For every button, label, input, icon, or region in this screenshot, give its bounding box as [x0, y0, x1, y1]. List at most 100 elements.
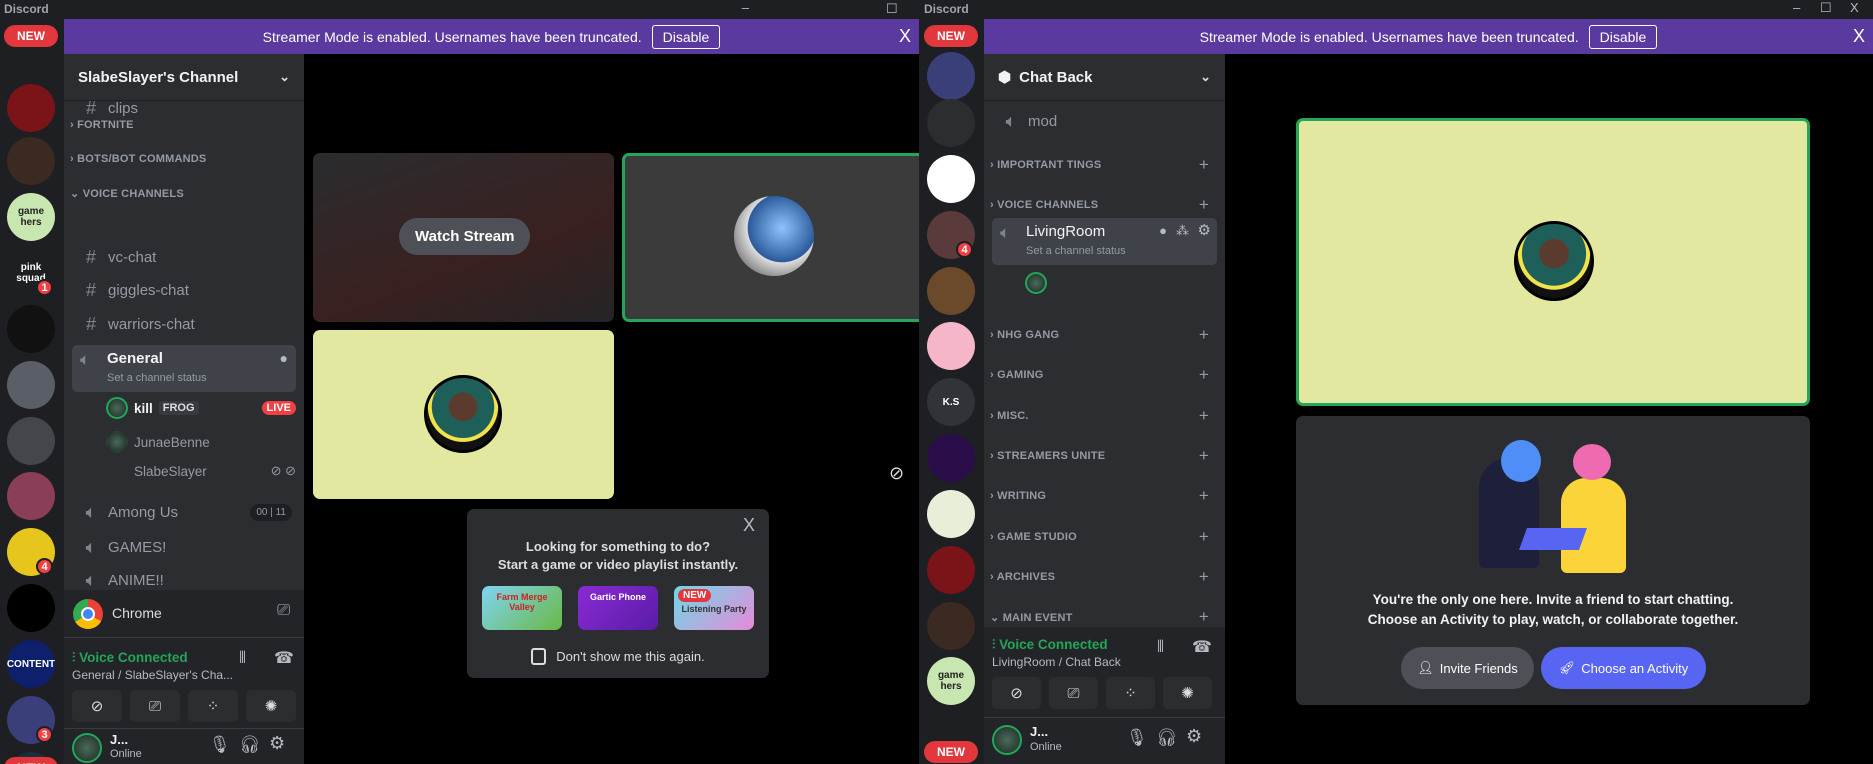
server-icon-gray-server[interactable]: [7, 417, 55, 465]
server-icon-folder[interactable]: [927, 99, 975, 147]
server-icon-the-game-hers[interactable]: game hers: [7, 193, 55, 241]
activity-farm-merge-valley[interactable]: Farm Merge Valley: [482, 586, 562, 630]
maximize-button[interactable]: ☐: [886, 1, 898, 17]
server-icon-ks-server[interactable]: K.S: [927, 378, 975, 426]
server-icon-folder-group[interactable]: [927, 52, 975, 100]
headphones-icon[interactable]: 🎧︎: [239, 735, 261, 755]
server-icon-pink-server[interactable]: [927, 322, 975, 370]
create-channel-icon[interactable]: +: [1199, 325, 1209, 345]
category-important-tings[interactable]: › IMPORTANT TINGS +: [990, 155, 1215, 174]
create-channel-icon[interactable]: +: [1199, 155, 1209, 175]
voice-user-junaebenne[interactable]: JunaeBenne: [106, 431, 210, 453]
camera-off-button[interactable]: ⊘: [72, 690, 122, 722]
chat-bubble-icon[interactable]: ●: [280, 350, 288, 366]
create-channel-icon[interactable]: +: [1199, 607, 1209, 627]
voice-channel-general[interactable]: 🔈︎ General Set a channel status ●: [72, 345, 296, 392]
camera-off-button[interactable]: ⊘: [992, 677, 1041, 709]
invite-friends-button[interactable]: 👤︎ Invite Friends: [1401, 647, 1534, 689]
dont-show-again[interactable]: Don't show me this again.: [467, 648, 769, 665]
microphone-icon[interactable]: 🎙︎: [1126, 728, 1148, 748]
category-writing[interactable]: › WRITING +: [990, 486, 1215, 505]
user-avatar[interactable]: [992, 725, 1022, 755]
create-channel-icon[interactable]: +: [1199, 446, 1209, 466]
voice-connected-label[interactable]: ⫶ Voice Connected: [72, 650, 188, 666]
activities-button[interactable]: ⁘: [1106, 677, 1155, 709]
checkbox[interactable]: [531, 648, 547, 665]
server-icon-face-server[interactable]: [7, 472, 55, 520]
voice-user-kill[interactable]: kill FROG LIVE: [106, 397, 296, 419]
voice-user-slabeslayer[interactable]: SlabeSlayer ⊘ ⊘: [106, 463, 296, 479]
server-icon-fist-server[interactable]: [927, 602, 975, 650]
server-icon-teal-server[interactable]: [7, 584, 55, 632]
close-banner-icon[interactable]: X: [899, 26, 911, 47]
server-icon-content-creator[interactable]: CONTENT: [7, 640, 55, 688]
soundboard-button[interactable]: ✺: [1163, 677, 1212, 709]
user-avatar[interactable]: [72, 733, 102, 763]
minimize-button[interactable]: –: [742, 0, 749, 15]
category-archives[interactable]: › ARCHIVES +: [990, 567, 1215, 586]
channel-vc-chat[interactable]: # vc-chat: [72, 241, 296, 273]
voice-location[interactable]: General / SlabeSlayer's Cha...: [72, 668, 233, 682]
create-channel-icon[interactable]: +: [1199, 486, 1209, 506]
voice-connected-label[interactable]: ⫶ Voice Connected: [992, 637, 1108, 653]
server-icon-g-server[interactable]: [927, 155, 975, 203]
server-icon-man-server[interactable]: [927, 267, 975, 315]
voice-channel-games[interactable]: 🔈︎ GAMES!: [72, 531, 296, 563]
new-unreads-pill[interactable]: NEW: [924, 741, 978, 763]
activity-gartic-phone[interactable]: Gartic Phone: [578, 586, 658, 630]
disable-streamer-mode-button[interactable]: Disable: [651, 24, 721, 49]
new-unreads-pill[interactable]: NEW: [4, 757, 58, 764]
close-window-button[interactable]: X: [1850, 0, 1859, 15]
maximize-button[interactable]: ☐: [1820, 0, 1832, 16]
noise-suppression-icon[interactable]: ⦀: [1157, 639, 1164, 657]
server-icon-fist-server[interactable]: [7, 137, 55, 185]
voice-location[interactable]: LivingRoom / Chat Back: [992, 655, 1121, 669]
voice-channel-among-us[interactable]: 🔈︎ Among Us 00 | 11: [72, 496, 296, 528]
server-header[interactable]: ⬢ Chat Back ⌄: [984, 54, 1225, 101]
disable-streamer-mode-button[interactable]: Disable: [1588, 24, 1658, 49]
create-channel-icon[interactable]: +: [1199, 195, 1209, 215]
speaking-user-tile[interactable]: [622, 153, 919, 322]
settings-gear-icon[interactable]: ⚙: [1198, 221, 1211, 239]
channel-status[interactable]: Set a channel status: [1026, 245, 1126, 257]
activities-button[interactable]: ⁘: [188, 690, 238, 722]
close-banner-icon[interactable]: X: [1853, 26, 1865, 47]
noise-suppression-icon[interactable]: ⦀: [239, 650, 246, 668]
server-icon-s-server[interactable]: [927, 546, 975, 594]
disconnect-icon[interactable]: ☎: [274, 648, 294, 668]
server-icon-fangs-server[interactable]: [7, 305, 55, 353]
microphone-icon[interactable]: 🎙︎: [209, 735, 231, 755]
headphones-icon[interactable]: 🎧︎: [1156, 728, 1178, 748]
server-icon-red-server[interactable]: [7, 84, 55, 132]
stream-tile[interactable]: Watch Stream: [313, 153, 614, 322]
create-channel-icon[interactable]: +: [1199, 365, 1209, 385]
category-gaming[interactable]: › GAMING +: [990, 365, 1215, 384]
new-unreads-pill[interactable]: NEW: [924, 25, 978, 47]
server-icon-plant-server[interactable]: [927, 490, 975, 538]
user-tile[interactable]: [313, 330, 614, 499]
category-fortnite[interactable]: › FORTNITE: [70, 119, 294, 131]
screen-share-button[interactable]: ⎚: [130, 690, 180, 722]
category-voice-channels[interactable]: ⌄ VOICE CHANNELS: [70, 187, 294, 200]
server-icon-purple-server[interactable]: [927, 434, 975, 482]
settings-gear-icon[interactable]: ⚙: [269, 733, 285, 754]
watch-stream-button[interactable]: Watch Stream: [399, 218, 531, 255]
channel-warriors-chat[interactable]: # warriors-chat: [72, 308, 296, 340]
hidden-streams-icon[interactable]: ⊘: [889, 463, 904, 484]
disconnect-icon[interactable]: ☎: [1192, 637, 1212, 657]
create-channel-icon[interactable]: +: [1199, 406, 1209, 426]
channel-status[interactable]: Set a channel status: [107, 372, 207, 384]
category-game-studio[interactable]: › GAME STUDIO +: [990, 527, 1215, 546]
minimize-button[interactable]: –: [1793, 0, 1800, 15]
category-bots[interactable]: › BOTS/BOT COMMANDS: [70, 153, 294, 165]
soundboard-button[interactable]: ✺: [246, 690, 296, 722]
screen-share-button[interactable]: ⎚: [1049, 677, 1098, 709]
invite-user-icon[interactable]: ⁂: [1176, 223, 1189, 239]
choose-activity-button[interactable]: 🚀︎ Choose an Activity: [1541, 647, 1706, 689]
voice-user-avatar[interactable]: [1025, 272, 1047, 294]
settings-gear-icon[interactable]: ⚙: [1186, 726, 1202, 747]
server-icon-robot-server[interactable]: [7, 361, 55, 409]
screen-share-icon[interactable]: ⎚: [277, 602, 290, 620]
category-voice-channels[interactable]: › VOICE CHANNELS +: [990, 195, 1215, 214]
category-streamers-unite[interactable]: › STREAMERS UNITE +: [990, 446, 1215, 465]
